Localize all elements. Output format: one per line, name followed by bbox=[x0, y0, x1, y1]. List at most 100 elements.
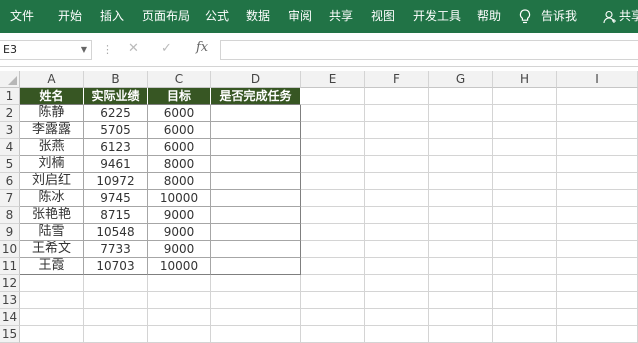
cell-i5[interactable] bbox=[557, 156, 638, 173]
cell-g11[interactable] bbox=[429, 258, 493, 275]
row-header-7[interactable]: 7 bbox=[0, 190, 20, 207]
row-header-5[interactable]: 5 bbox=[0, 156, 20, 173]
table-cell[interactable]: 陆雪 bbox=[20, 224, 84, 241]
cell-f9[interactable] bbox=[365, 224, 429, 241]
cell-h6[interactable] bbox=[493, 173, 557, 190]
table-header-cell[interactable]: 目标 bbox=[148, 88, 211, 105]
cell-i3[interactable] bbox=[557, 122, 638, 139]
table-cell[interactable]: 9000 bbox=[148, 207, 211, 224]
cell-h10[interactable] bbox=[493, 241, 557, 258]
table-cell[interactable] bbox=[211, 122, 301, 139]
cell-i9[interactable] bbox=[557, 224, 638, 241]
cell-f1[interactable] bbox=[365, 88, 429, 105]
cell-h12[interactable] bbox=[493, 275, 557, 292]
table-cell[interactable]: 10548 bbox=[84, 224, 148, 241]
table-cell[interactable]: 9000 bbox=[148, 241, 211, 258]
cell-g12[interactable] bbox=[429, 275, 493, 292]
row-header-12[interactable]: 12 bbox=[0, 275, 20, 292]
row-header-10[interactable]: 10 bbox=[0, 241, 20, 258]
cell-d15[interactable] bbox=[211, 326, 301, 343]
row-header-2[interactable]: 2 bbox=[0, 105, 20, 122]
column-header-f[interactable]: F bbox=[365, 71, 429, 88]
cell-i7[interactable] bbox=[557, 190, 638, 207]
table-cell[interactable]: 6225 bbox=[84, 105, 148, 122]
drag-handle-icon[interactable]: ⋮ bbox=[102, 43, 113, 56]
cell-e9[interactable] bbox=[301, 224, 365, 241]
cell-g8[interactable] bbox=[429, 207, 493, 224]
cell-b14[interactable] bbox=[84, 309, 148, 326]
row-header-6[interactable]: 6 bbox=[0, 173, 20, 190]
cell-e11[interactable] bbox=[301, 258, 365, 275]
cell-f13[interactable] bbox=[365, 292, 429, 309]
cell-i14[interactable] bbox=[557, 309, 638, 326]
cell-f7[interactable] bbox=[365, 190, 429, 207]
cell-h8[interactable] bbox=[493, 207, 557, 224]
table-cell[interactable]: 10000 bbox=[148, 258, 211, 275]
cell-g2[interactable] bbox=[429, 105, 493, 122]
table-cell[interactable]: 10703 bbox=[84, 258, 148, 275]
cell-g14[interactable] bbox=[429, 309, 493, 326]
column-header-g[interactable]: G bbox=[429, 71, 493, 88]
cell-f2[interactable] bbox=[365, 105, 429, 122]
tab-share[interactable]: 共享 bbox=[329, 0, 353, 33]
cell-d13[interactable] bbox=[211, 292, 301, 309]
cell-g1[interactable] bbox=[429, 88, 493, 105]
row-header-8[interactable]: 8 bbox=[0, 207, 20, 224]
cell-d12[interactable] bbox=[211, 275, 301, 292]
cell-c15[interactable] bbox=[148, 326, 211, 343]
cell-i8[interactable] bbox=[557, 207, 638, 224]
table-cell[interactable] bbox=[211, 241, 301, 258]
cell-f5[interactable] bbox=[365, 156, 429, 173]
cell-g9[interactable] bbox=[429, 224, 493, 241]
tab-insert[interactable]: 插入 bbox=[100, 0, 124, 33]
cell-f12[interactable] bbox=[365, 275, 429, 292]
tab-developer[interactable]: 开发工具 bbox=[413, 0, 461, 33]
table-cell[interactable]: 9745 bbox=[84, 190, 148, 207]
cell-e15[interactable] bbox=[301, 326, 365, 343]
cell-f4[interactable] bbox=[365, 139, 429, 156]
cell-g6[interactable] bbox=[429, 173, 493, 190]
cell-i15[interactable] bbox=[557, 326, 638, 343]
table-cell[interactable]: 8715 bbox=[84, 207, 148, 224]
cancel-icon[interactable]: ✕ bbox=[128, 41, 139, 56]
table-cell[interactable]: 陈静 bbox=[20, 105, 84, 122]
column-header-b[interactable]: B bbox=[84, 71, 148, 88]
table-cell[interactable]: 6123 bbox=[84, 139, 148, 156]
cell-h3[interactable] bbox=[493, 122, 557, 139]
table-cell[interactable]: 9000 bbox=[148, 224, 211, 241]
cell-e12[interactable] bbox=[301, 275, 365, 292]
table-cell[interactable]: 7733 bbox=[84, 241, 148, 258]
table-cell[interactable]: 李露露 bbox=[20, 122, 84, 139]
table-cell[interactable] bbox=[211, 156, 301, 173]
cell-i2[interactable] bbox=[557, 105, 638, 122]
cell-h4[interactable] bbox=[493, 139, 557, 156]
table-cell[interactable]: 张艳艳 bbox=[20, 207, 84, 224]
cell-i12[interactable] bbox=[557, 275, 638, 292]
cell-g3[interactable] bbox=[429, 122, 493, 139]
cell-h1[interactable] bbox=[493, 88, 557, 105]
tab-file[interactable]: 文件 bbox=[10, 0, 34, 33]
cell-e10[interactable] bbox=[301, 241, 365, 258]
row-header-13[interactable]: 13 bbox=[0, 292, 20, 309]
cell-b12[interactable] bbox=[84, 275, 148, 292]
cell-f11[interactable] bbox=[365, 258, 429, 275]
cell-c12[interactable] bbox=[148, 275, 211, 292]
row-header-14[interactable]: 14 bbox=[0, 309, 20, 326]
table-cell[interactable]: 刘楠 bbox=[20, 156, 84, 173]
table-header-cell[interactable]: 实际业绩 bbox=[84, 88, 148, 105]
tab-page-layout[interactable]: 页面布局 bbox=[142, 0, 190, 33]
cell-h5[interactable] bbox=[493, 156, 557, 173]
table-header-cell[interactable]: 姓名 bbox=[20, 88, 84, 105]
chevron-down-icon[interactable]: ▼ bbox=[81, 41, 87, 59]
table-cell[interactable]: 8000 bbox=[148, 173, 211, 190]
cell-i4[interactable] bbox=[557, 139, 638, 156]
table-cell[interactable]: 陈冰 bbox=[20, 190, 84, 207]
tab-data[interactable]: 数据 bbox=[246, 0, 270, 33]
cell-a13[interactable] bbox=[20, 292, 84, 309]
cell-f10[interactable] bbox=[365, 241, 429, 258]
tab-formulas[interactable]: 公式 bbox=[205, 0, 229, 33]
cell-f15[interactable] bbox=[365, 326, 429, 343]
cell-f14[interactable] bbox=[365, 309, 429, 326]
cell-e6[interactable] bbox=[301, 173, 365, 190]
table-cell[interactable] bbox=[211, 190, 301, 207]
